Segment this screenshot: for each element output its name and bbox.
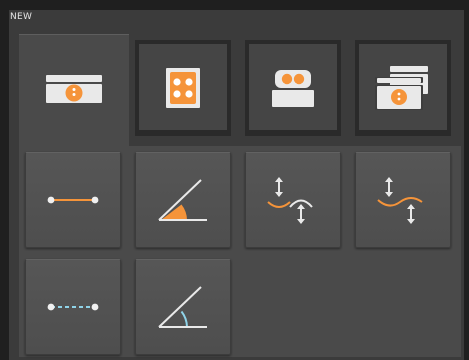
grid-four-icon [166,68,200,108]
tab-grid-four[interactable] [135,40,231,136]
angle-filled-button[interactable] [135,152,231,248]
tab-single-object[interactable] [19,34,129,154]
angle-arc-button[interactable] [135,259,231,355]
vertical-wave-icon [377,177,423,224]
distance-line-icon [47,196,99,204]
single-object-icon [46,75,102,103]
dashed-line-icon [47,303,99,311]
vertical-arc-icon [267,177,313,224]
tab-two-object[interactable] [245,40,341,136]
vertical-arc-button[interactable] [245,152,341,248]
angle-arc-icon [158,286,207,328]
distance-line-button[interactable] [25,152,121,248]
tab-stacked-objects[interactable] [355,40,451,136]
vertical-wave-button[interactable] [355,152,451,248]
angle-filled-icon [158,179,207,221]
stacked-objects-icon [375,66,428,110]
two-object-icon [272,70,314,107]
dashed-line-button[interactable] [25,259,121,355]
panel-title: NEW [10,12,33,22]
